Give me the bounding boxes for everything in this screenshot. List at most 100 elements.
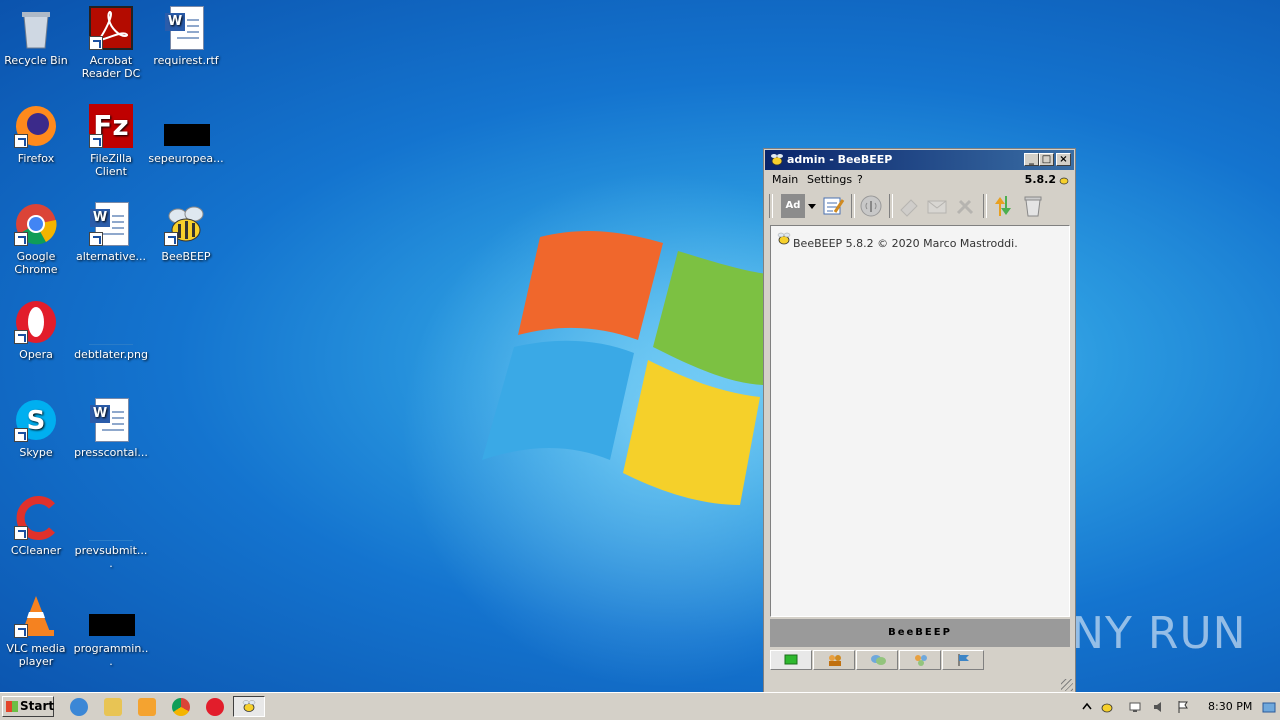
tab-users[interactable] — [813, 650, 855, 670]
chat-message: BeeBEEP 5.8.2 © 2020 Marco Mastroddi. — [793, 237, 1018, 250]
tab-chat[interactable] — [770, 650, 812, 670]
beebeep-taskbar-button[interactable] — [233, 696, 265, 717]
menu-main[interactable]: Main — [772, 173, 798, 186]
shortcut-arrow-icon — [14, 526, 28, 540]
word-document-icon: W — [164, 6, 208, 50]
menu-help[interactable]: ? — [857, 173, 863, 186]
network-tray-icon[interactable] — [1128, 700, 1142, 714]
beebeep-window: admin - BeeBEEP _ □ × Main Settings ? 5.… — [763, 148, 1076, 694]
bee-icon — [242, 700, 256, 712]
flag-icon — [958, 654, 969, 666]
shortcut-arrow-icon — [89, 36, 103, 50]
black-file-icon — [89, 594, 135, 638]
vlc-cone-icon — [14, 594, 58, 638]
bee-icon — [771, 154, 783, 166]
resize-grip[interactable] — [1061, 679, 1073, 691]
chrome-desktop-icon[interactable]: Google Chrome — [0, 202, 74, 276]
bee-tray-icon[interactable] — [1100, 700, 1114, 714]
close-button[interactable]: × — [1056, 153, 1071, 166]
shortcut-arrow-icon — [89, 134, 103, 148]
edit-profile-icon[interactable] — [821, 194, 845, 218]
debtlater-desktop-icon[interactable]: debtlater.png — [73, 300, 149, 361]
tab-network[interactable] — [899, 650, 941, 670]
start-button[interactable]: Start — [2, 696, 54, 717]
window-title: admin - BeeBEEP — [787, 153, 893, 166]
shortcut-arrow-icon — [89, 232, 103, 246]
shortcut-arrow-icon — [14, 428, 28, 442]
filezilla-icon: Fz — [89, 104, 133, 148]
firefox-desktop-icon[interactable]: Firefox — [0, 104, 74, 165]
send-file-icon[interactable] — [897, 194, 921, 218]
shortcut-arrow-icon — [164, 232, 178, 246]
ccleaner-icon — [14, 496, 58, 540]
chevron-up-icon[interactable] — [1080, 700, 1094, 714]
update-arrows-icon[interactable] — [991, 194, 1015, 218]
internet-explorer-icon[interactable] — [70, 698, 88, 716]
chat-group-icon — [871, 655, 886, 665]
opera-taskbar-icon[interactable] — [206, 698, 224, 716]
bee-icon — [164, 202, 208, 246]
presscontal-desktop-icon[interactable]: W presscontal... — [73, 398, 149, 459]
sepeuropea-desktop-icon[interactable]: sepeuropea... — [148, 104, 224, 165]
skype-desktop-icon[interactable]: S Skype — [0, 398, 74, 459]
envelope-icon[interactable] — [925, 194, 949, 218]
black-file-icon — [164, 104, 210, 148]
requirest-desktop-icon[interactable]: W requirest.rtf — [148, 6, 224, 67]
banner-text: BeeBEEP — [888, 627, 952, 638]
toolbar: Ad — [767, 190, 1072, 222]
acrobat-icon — [89, 6, 133, 50]
menu-bar: Main Settings ? 5.8.2 — [765, 171, 1074, 189]
ccleaner-desktop-icon[interactable]: CCleaner — [0, 496, 74, 557]
windows-logo-icon — [6, 701, 18, 712]
acrobat-desktop-icon[interactable]: Acrobat Reader DC — [73, 6, 149, 80]
network-icon[interactable] — [859, 194, 883, 218]
trash-icon[interactable] — [1021, 194, 1045, 218]
windows-logo — [482, 230, 778, 505]
chat-bubble-icon — [784, 654, 798, 665]
shortcut-arrow-icon — [14, 330, 28, 344]
version-label: 5.8.2 — [1024, 173, 1056, 186]
recycle-bin-desktop-icon[interactable]: Recycle Bin — [0, 6, 74, 67]
shortcut-arrow-icon — [14, 624, 28, 638]
ad-status-button[interactable]: Ad — [781, 194, 805, 218]
tools-icon[interactable] — [953, 194, 977, 218]
media-player-icon[interactable] — [138, 698, 156, 716]
opera-desktop-icon[interactable]: Opera — [0, 300, 74, 361]
tab-log[interactable] — [942, 650, 984, 670]
status-dropdown-arrow[interactable] — [807, 194, 817, 218]
svg-text:S: S — [27, 406, 46, 436]
filezilla-desktop-icon[interactable]: Fz FileZilla Client — [73, 104, 149, 178]
clock[interactable]: 8:30 PM — [1208, 693, 1252, 720]
chat-area[interactable]: BeeBEEP 5.8.2 © 2020 Marco Mastroddi. — [770, 225, 1070, 617]
skype-icon: S — [14, 398, 58, 442]
vlc-desktop-icon[interactable]: VLC media player — [0, 594, 74, 668]
image-file-icon — [89, 300, 133, 345]
word-document-icon: W — [89, 202, 133, 246]
group-icon — [915, 655, 927, 666]
volume-icon[interactable] — [1152, 700, 1166, 714]
desktop: Recycle Bin Firefox Google Chrome Opera … — [0, 0, 1280, 692]
minimize-button[interactable]: _ — [1024, 153, 1039, 166]
file-explorer-icon[interactable] — [104, 698, 122, 716]
bee-icon — [1059, 177, 1069, 185]
taskbar: Start 8:30 PM — [0, 692, 1280, 720]
users-icon — [829, 655, 841, 666]
menu-settings[interactable]: Settings — [807, 173, 852, 186]
chrome-icon — [14, 202, 58, 246]
window-titlebar[interactable]: admin - BeeBEEP _ □ × — [765, 150, 1074, 170]
beebeep-desktop-icon[interactable]: BeeBEEP — [148, 202, 224, 263]
beebeep-banner: BeeBEEP — [770, 619, 1070, 647]
prevsubmit-desktop-icon[interactable]: prevsubmit.... — [73, 496, 149, 570]
alternative-doc-desktop-icon[interactable]: W alternative... — [73, 202, 149, 263]
chrome-taskbar-icon[interactable] — [172, 698, 190, 716]
firefox-icon — [14, 104, 58, 148]
action-center-flag-icon[interactable] — [1176, 700, 1190, 714]
maximize-button[interactable]: □ — [1039, 153, 1054, 166]
word-document-icon: W — [89, 398, 133, 442]
show-desktop-icon[interactable] — [1262, 700, 1276, 714]
opera-icon — [14, 300, 58, 344]
tab-groups[interactable] — [856, 650, 898, 670]
blank-file-icon — [89, 496, 133, 541]
shortcut-arrow-icon — [14, 134, 28, 148]
programmin-desktop-icon[interactable]: programmin... — [73, 594, 149, 668]
